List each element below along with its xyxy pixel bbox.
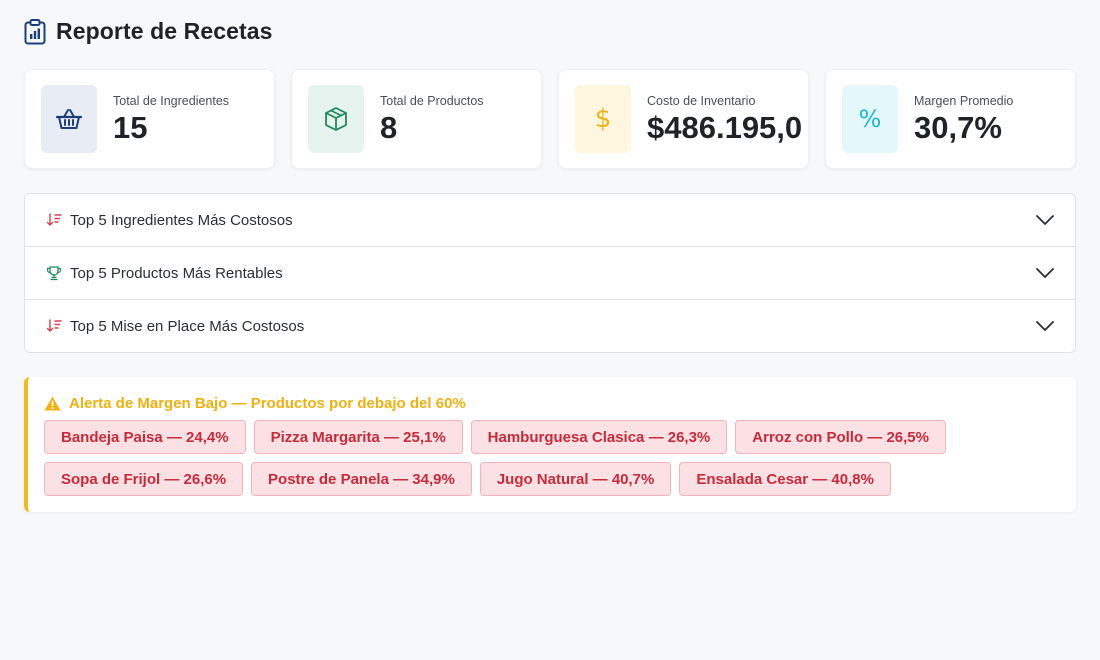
low-margin-chip: Sopa de Frijol — 26,6% <box>44 462 244 496</box>
accordion-label: Top 5 Mise en Place Más Costosos <box>70 317 305 335</box>
low-margin-chip: Postre de Panela — 34,9% <box>251 462 472 496</box>
report-page: Reporte de Recetas Total de Ingredientes… <box>0 0 1100 660</box>
report-accordion: Top 5 Ingredientes Más Costosos Top 5 Pr… <box>24 193 1076 353</box>
low-margin-products: Bandeja Paisa — 24,4% Pizza Margarita — … <box>44 420 1054 496</box>
stat-value: 8 <box>380 110 398 146</box>
low-margin-chip: Jugo Natural — 40,7% <box>479 462 672 496</box>
stat-card-inventory-cost: $ Costo de Inventario $486.195,0 <box>558 69 809 169</box>
accordion-label: Top 5 Ingredientes Más Costosos <box>70 211 293 229</box>
stat-card-ingredients: Total de Ingredientes 15 <box>24 69 275 169</box>
accordion-top-ingredients[interactable]: Top 5 Ingredientes Más Costosos <box>25 194 1075 247</box>
low-margin-alert: Alerta de Margen Bajo — Productos por de… <box>24 377 1076 512</box>
stat-card-products: Total de Productos 8 <box>291 69 542 169</box>
page-title: Reporte de Recetas <box>56 18 273 44</box>
warning-icon <box>44 396 61 411</box>
stat-label: Costo de Inventario <box>647 94 756 109</box>
dollar-icon: $ <box>575 85 631 153</box>
percent-icon: % <box>842 85 898 153</box>
stat-card-average-margin: % Margen Promedio 30,7% <box>825 69 1076 169</box>
sort-desc-icon <box>45 211 63 229</box>
page-header: Reporte de Recetas <box>24 18 273 45</box>
stat-label: Margen Promedio <box>914 94 1014 109</box>
accordion-top-mise-en-place[interactable]: Top 5 Mise en Place Más Costosos <box>25 300 1075 352</box>
stats-row: Total de Ingredientes 15 Total de Produc… <box>24 69 1076 169</box>
chevron-down-icon[interactable] <box>1035 316 1055 336</box>
low-margin-chip: Hamburguesa Clasica — 26,3% <box>470 420 728 454</box>
low-margin-chip: Ensalada Cesar — 40,8% <box>679 462 891 496</box>
low-margin-chip: Pizza Margarita — 25,1% <box>253 420 463 454</box>
alert-title: Alerta de Margen Bajo — Productos por de… <box>69 394 466 412</box>
stat-label: Total de Ingredientes <box>113 94 230 109</box>
accordion-top-products[interactable]: Top 5 Productos Más Rentables <box>25 247 1075 300</box>
box-icon <box>308 85 364 153</box>
stat-value: 30,7% <box>914 110 1002 146</box>
stat-value: 15 <box>113 110 148 146</box>
chevron-down-icon[interactable] <box>1035 210 1055 230</box>
clipboard-chart-icon <box>24 18 46 45</box>
chevron-down-icon[interactable] <box>1035 263 1055 283</box>
low-margin-chip: Arroz con Pollo — 26,5% <box>735 420 946 454</box>
trophy-icon <box>45 264 63 282</box>
stat-value: $486.195,0 <box>647 110 803 146</box>
sort-desc-icon <box>45 317 63 335</box>
stat-label: Total de Productos <box>380 94 484 109</box>
basket-icon <box>41 85 97 153</box>
low-margin-chip: Bandeja Paisa — 24,4% <box>44 420 246 454</box>
accordion-label: Top 5 Productos Más Rentables <box>70 264 283 282</box>
